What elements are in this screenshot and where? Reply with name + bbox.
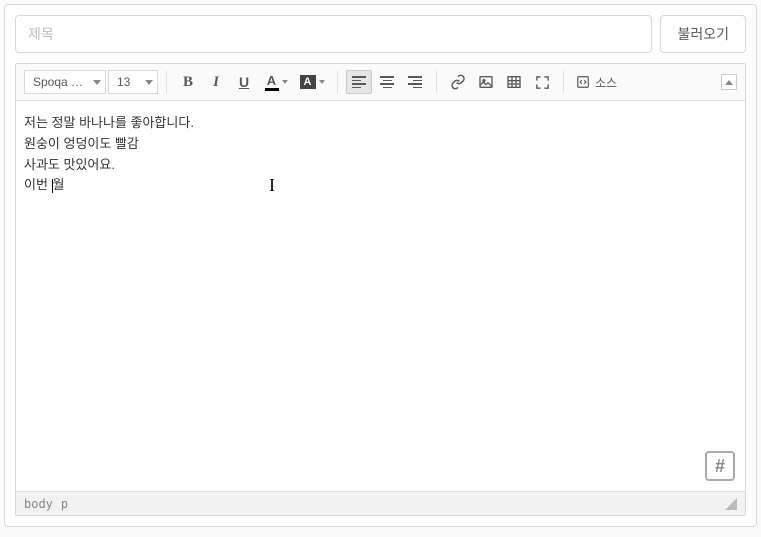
chevron-down-icon (145, 80, 153, 85)
chevron-up-icon (725, 80, 733, 85)
resize-handle[interactable] (725, 498, 737, 510)
editor: Spoqa H... 13 B I U A A (15, 63, 746, 516)
text-line: 원숭이 엉덩이도 빨감 (24, 134, 737, 155)
font-family-dropdown[interactable]: Spoqa H... (24, 70, 106, 94)
hashtag-button[interactable]: # (705, 451, 735, 481)
collapse-toolbar-button[interactable] (721, 74, 737, 90)
element-path[interactable]: bodyp (24, 497, 76, 511)
underline-button[interactable]: U (231, 70, 257, 94)
font-color-button[interactable]: A (259, 70, 293, 94)
font-family-label: Spoqa H... (33, 75, 89, 89)
align-right-icon (408, 76, 422, 88)
image-icon (478, 74, 494, 90)
align-center-icon (380, 76, 394, 88)
image-button[interactable] (473, 70, 499, 94)
chevron-down-icon (282, 80, 288, 84)
background-color-button[interactable]: A (295, 70, 329, 94)
table-icon (506, 74, 522, 90)
load-button[interactable]: 불러오기 (660, 15, 746, 53)
fullscreen-button[interactable] (529, 70, 555, 94)
font-color-icon: A (265, 74, 279, 91)
underline-icon: U (239, 74, 249, 90)
font-size-label: 13 (117, 75, 141, 89)
title-row: 불러오기 (15, 15, 746, 53)
align-left-button[interactable] (346, 70, 372, 94)
link-button[interactable] (445, 70, 471, 94)
editor-content[interactable]: 저는 정말 바나나를 좋아합니다. 원숭이 엉덩이도 빨감 사과도 맛있어요. … (16, 101, 745, 491)
table-button[interactable] (501, 70, 527, 94)
status-bar: bodyp (16, 491, 745, 515)
background-color-icon: A (300, 75, 316, 89)
bold-icon: B (183, 74, 193, 91)
italic-icon: I (213, 74, 219, 91)
source-button[interactable]: 소스 (572, 70, 621, 94)
fullscreen-icon (535, 75, 550, 90)
align-center-button[interactable] (374, 70, 400, 94)
align-left-icon (352, 76, 366, 88)
separator (166, 71, 167, 93)
text-line: 이번 월 (24, 175, 737, 196)
align-right-button[interactable] (402, 70, 428, 94)
text-line: 저는 정말 바나나를 좋아합니다. (24, 113, 737, 134)
path-p[interactable]: p (61, 497, 68, 511)
font-size-dropdown[interactable]: 13 (108, 70, 158, 94)
title-input[interactable] (15, 15, 652, 53)
separator (337, 71, 338, 93)
path-body[interactable]: body (24, 497, 53, 511)
toolbar: Spoqa H... 13 B I U A A (16, 64, 745, 101)
source-label: 소스 (595, 74, 617, 91)
separator (563, 71, 564, 93)
chevron-down-icon (93, 80, 101, 85)
separator (436, 71, 437, 93)
code-icon (576, 75, 590, 89)
link-icon (450, 74, 466, 90)
text-line: 사과도 맛있어요. (24, 155, 737, 176)
editor-container: 불러오기 Spoqa H... 13 B I U A A (4, 4, 757, 527)
italic-button[interactable]: I (203, 70, 229, 94)
chevron-down-icon (319, 80, 325, 84)
bold-button[interactable]: B (175, 70, 201, 94)
